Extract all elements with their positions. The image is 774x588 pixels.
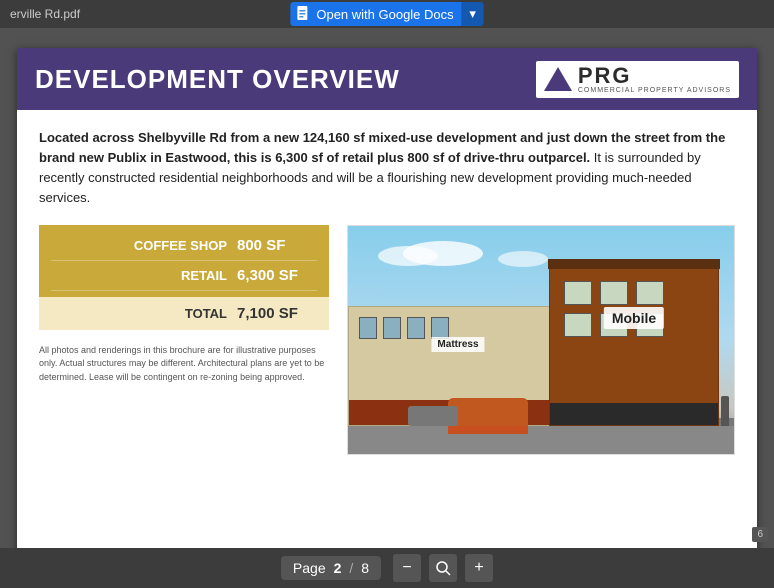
retail-label: RETAIL [51,268,237,283]
two-column-layout: COFFEE SHOP 800 SF RETAIL 6,300 SF TOTAL… [39,225,735,455]
mobile-sign: Mobile [604,307,664,329]
window [600,281,628,305]
doc-container: DEVELOPMENT OVERVIEW PRG COMMERCIAL PROP… [0,28,774,588]
person-silhouette [721,396,729,426]
zoom-out-button[interactable]: − [393,554,421,582]
zoom-in-button[interactable]: + [465,554,493,582]
stats-box: COFFEE SHOP 800 SF RETAIL 6,300 SF TOTAL… [39,225,329,330]
coffee-value: 800 SF [237,237,317,254]
bottom-bar: Page 2 / 8 − + [0,548,774,588]
total-pages: 8 [361,560,369,576]
parked-car [448,398,528,426]
stat-row-total: TOTAL 7,100 SF [39,297,329,330]
building-scene: Mattress Coffee [348,254,734,454]
parked-car-2 [408,406,458,426]
right-building: Mobile [549,266,719,426]
tab-label: erville Rd.pdf [0,7,80,21]
prg-name: PRG [578,65,731,87]
building-image: Mattress Coffee [347,225,735,455]
roof [548,259,720,269]
stat-row-coffee: COFFEE SHOP 800 SF [51,237,317,261]
open-with-google-docs-button[interactable]: Open with Google Docs ▾ [290,2,483,26]
intro-bold: Located across Shelbyville Rd from a new… [39,130,725,165]
open-with-label: Open with Google Docs [312,7,461,22]
page-label: Page [293,560,326,576]
dropdown-arrow[interactable]: ▾ [462,2,484,26]
coffee-label: COFFEE SHOP [51,238,237,253]
total-label: TOTAL [51,306,237,321]
page-badge: 6 [752,527,768,542]
prg-logo: PRG COMMERCIAL PROPERTY ADVISORS [536,61,739,98]
prg-subtitle: COMMERCIAL PROPERTY ADVISORS [578,87,731,94]
top-bar: erville Rd.pdf Open with Google Docs ▾ [0,0,774,28]
page-title: DEVELOPMENT OVERVIEW [35,64,400,95]
window [636,281,664,305]
window [564,281,592,305]
page-body: Located across Shelbyville Rd from a new… [17,110,757,465]
google-docs-icon [296,6,310,22]
stat-row-retail: RETAIL 6,300 SF [51,267,317,291]
zoom-fit-button[interactable] [429,554,457,582]
zoom-controls: − + [393,554,493,582]
document-page: DEVELOPMENT OVERVIEW PRG COMMERCIAL PROP… [17,48,757,568]
left-column: COFFEE SHOP 800 SF RETAIL 6,300 SF TOTAL… [39,225,329,455]
prg-triangle-icon [544,67,572,91]
window [564,313,592,337]
total-value: 7,100 SF [237,305,317,322]
disclaimer-text: All photos and renderings in this brochu… [39,344,329,385]
current-page: 2 [334,560,342,576]
page-header: DEVELOPMENT OVERVIEW PRG COMMERCIAL PROP… [17,48,757,110]
intro-paragraph: Located across Shelbyville Rd from a new… [39,128,735,209]
retail-value: 6,300 SF [237,267,317,284]
right-column: Mattress Coffee [347,225,735,455]
page-divider: / [349,560,353,576]
page-navigation: Page 2 / 8 [281,556,381,580]
mattress-sign: Mattress [431,337,484,352]
